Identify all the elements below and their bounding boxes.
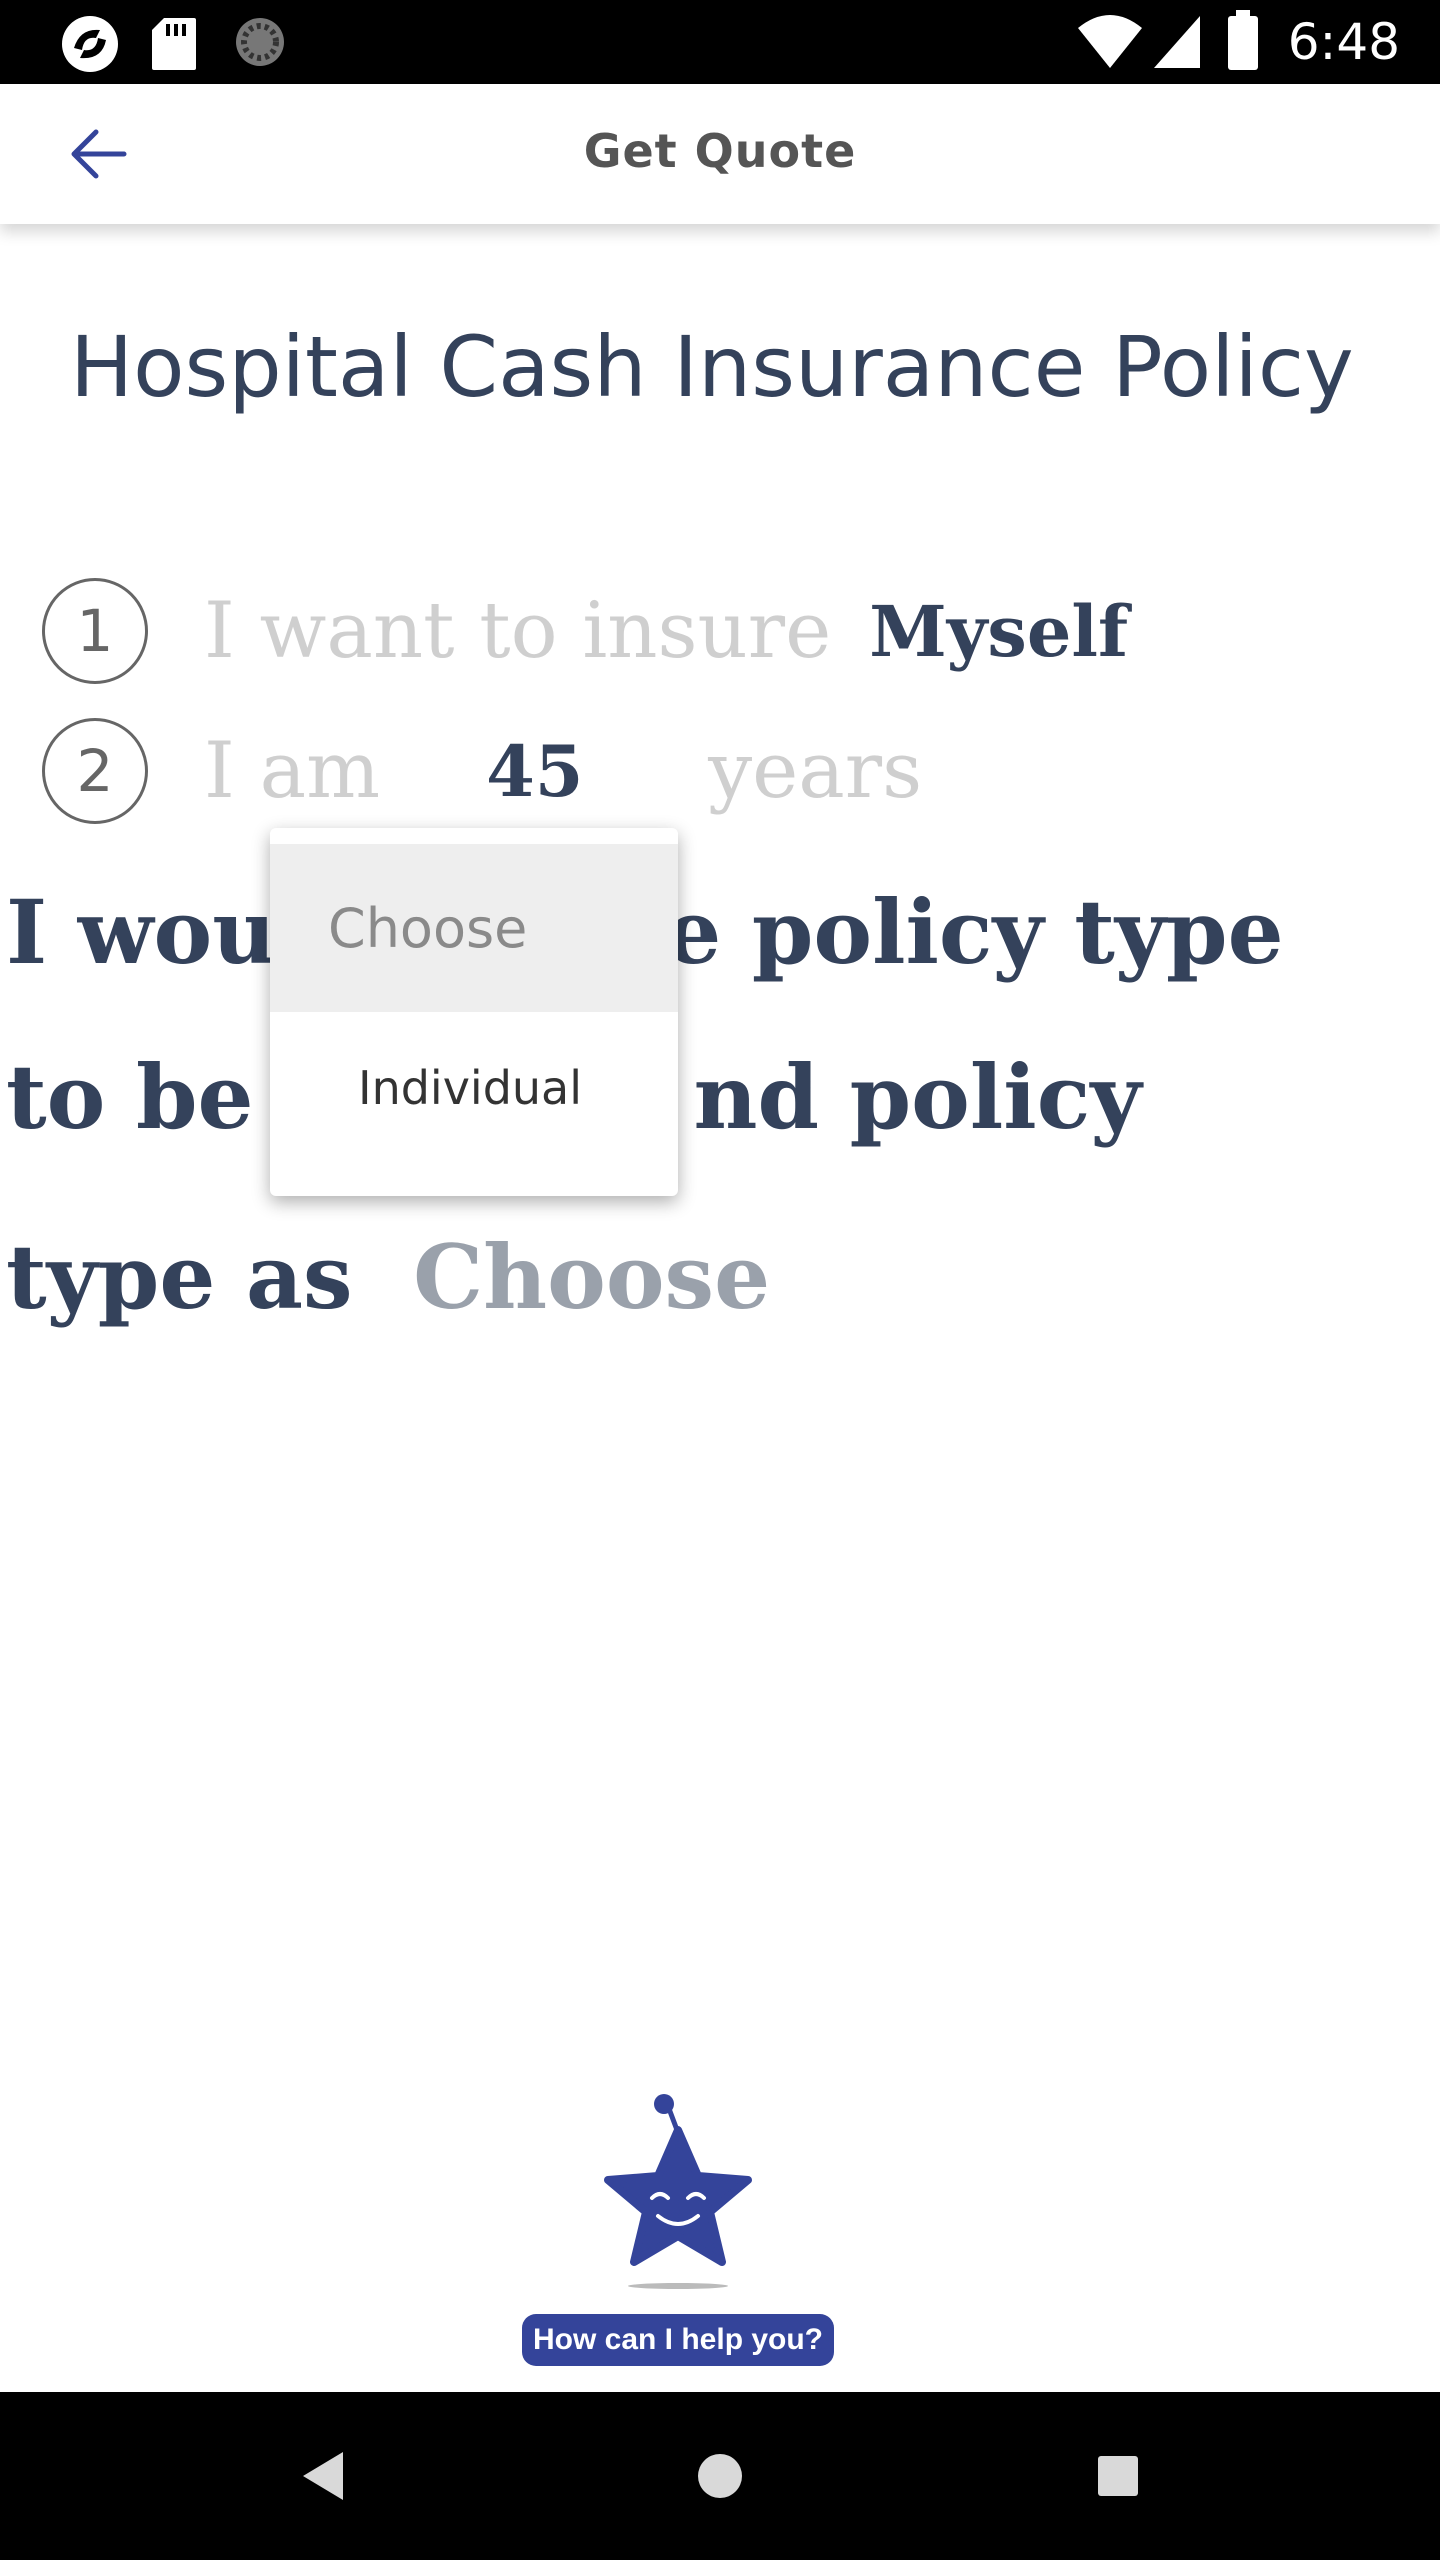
policy-sentence-line-3: type as Choose: [6, 1225, 770, 1329]
dropdown-option-individual[interactable]: Individual: [270, 1012, 678, 1164]
step-age-label: I am: [204, 726, 381, 816]
square-recents-icon: [1098, 2456, 1138, 2496]
star-mascot-icon: [604, 2094, 752, 2289]
policy-sentence-fragment: nd policy: [693, 1045, 1142, 1149]
help-assistant-button[interactable]: How can I help you?: [522, 2090, 834, 2366]
sd-card-icon: [152, 18, 196, 70]
step-age: 2 I am 45 years: [42, 718, 922, 824]
loading-icon: [236, 18, 284, 66]
insure-selection[interactable]: Myself: [869, 590, 1128, 673]
battery-icon: [1228, 10, 1258, 70]
policy-sentence-fragment: he policy type: [601, 880, 1284, 984]
age-unit-label: years: [708, 726, 923, 816]
app-bar: Get Quote: [0, 84, 1440, 224]
page-title: Hospital Cash Insurance Policy: [70, 318, 1354, 416]
nav-recents-button[interactable]: [1068, 2426, 1168, 2526]
step-number-badge: 2: [42, 718, 148, 824]
status-bar: 6:48: [0, 0, 1440, 84]
nav-home-button[interactable]: [670, 2426, 770, 2526]
help-label: How can I help you?: [522, 2314, 834, 2366]
policy-type-dropdown: Choose Individual: [270, 828, 678, 1196]
policy-type-select[interactable]: Choose: [413, 1225, 770, 1329]
nav-back-button[interactable]: [272, 2426, 372, 2526]
step-insure: 1 I want to insure Myself: [42, 578, 1128, 684]
policy-sentence-fragment: type as: [6, 1225, 353, 1329]
policy-sentence-fragment: to be: [6, 1045, 254, 1149]
dropdown-option-choose[interactable]: Choose: [270, 844, 678, 1012]
triangle-back-icon: [303, 2452, 343, 2500]
app-bar-title: Get Quote: [583, 124, 857, 178]
cellular-signal-icon: [1154, 16, 1200, 68]
policy-sentence-fragment: I wou: [6, 880, 277, 984]
sync-app-icon: [62, 16, 118, 72]
step-number-badge: 1: [42, 578, 148, 684]
wifi-icon: [1078, 15, 1142, 68]
circle-home-icon: [698, 2454, 742, 2498]
age-input[interactable]: 45: [486, 730, 656, 813]
step-insure-label: I want to insure: [204, 586, 832, 676]
status-time: 6:48: [1287, 13, 1400, 71]
system-nav-bar: [0, 2392, 1440, 2560]
